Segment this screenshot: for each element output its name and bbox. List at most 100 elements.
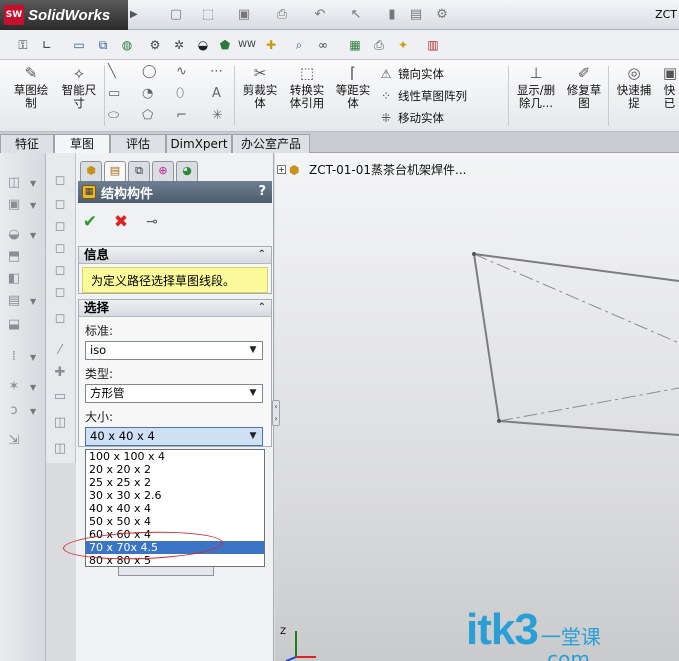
select-icon[interactable]: ↖	[348, 7, 364, 23]
dimension-icon[interactable]: ∟	[38, 36, 56, 54]
trim-button[interactable]: ✂ 剪裁实 体	[238, 64, 282, 110]
map-pin-icon[interactable]: ⬟	[216, 36, 234, 54]
tab-sketch[interactable]: 草图	[54, 134, 110, 154]
key-icon[interactable]: ⚿	[14, 36, 32, 54]
type-select[interactable]: 方形管 ▼	[85, 384, 263, 403]
draft-icon[interactable]: ⁄	[52, 343, 68, 359]
chevron-down-icon[interactable]: ▼	[245, 386, 261, 401]
binoculars-icon[interactable]: ∞	[314, 36, 332, 54]
selection-group-header[interactable]: 选择 ⌃	[79, 300, 271, 317]
quick-snaps-button[interactable]: ◎ 快速捕 捉	[612, 64, 656, 110]
tab-office-products[interactable]: 办公室产品	[232, 134, 310, 153]
display-manager-tab-icon[interactable]: ◕	[176, 161, 198, 181]
new-document-icon[interactable]: ▢	[168, 7, 184, 23]
offset-button[interactable]: ⌈ 等距实 体	[332, 64, 374, 110]
size-option[interactable]: 30 x 30 x 2.6	[86, 489, 264, 502]
line-icon[interactable]: ╲	[108, 64, 116, 79]
text-icon[interactable]: ⋯	[210, 64, 223, 79]
display-relations-button[interactable]: ⊥ 显示/删 除几...	[512, 64, 560, 110]
puzzle-icon[interactable]: ✚	[262, 36, 280, 54]
intersect-icon[interactable]: ◫	[52, 441, 68, 457]
ellipse-icon[interactable]: ⬯	[176, 86, 184, 101]
ok-check-icon[interactable]: ✔	[80, 212, 100, 232]
rib-icon[interactable]: ◧	[6, 271, 22, 287]
pattern-icon[interactable]: ⁞	[6, 349, 22, 365]
text-a-icon[interactable]: A	[212, 86, 221, 101]
save-icon[interactable]: ▣	[236, 7, 252, 23]
cup-icon[interactable]: ◒	[194, 36, 212, 54]
dimxpert-manager-tab-icon[interactable]: ⊕	[152, 161, 174, 181]
rebuild-icon[interactable]: ▮	[384, 7, 400, 23]
open-icon[interactable]: ⬚	[200, 7, 216, 23]
star-doc-icon[interactable]: ✦	[394, 36, 412, 54]
collapse-icon[interactable]: ⌃	[258, 247, 266, 263]
size-option-highlighted[interactable]: 70 x 70x 4.5	[86, 541, 264, 554]
shell-icon[interactable]: ⬒	[6, 249, 22, 265]
cancel-x-icon[interactable]: ✖	[111, 212, 131, 232]
feature-manager-tab-icon[interactable]: ⬢	[80, 161, 102, 181]
property-manager-tab-icon[interactable]: ▤	[104, 161, 126, 181]
size-select[interactable]: 40 x 40 x 4 ▼	[85, 427, 263, 446]
rectangle-icon[interactable]: ▭	[108, 86, 120, 101]
fillet-feature-icon[interactable]: ◒	[6, 227, 22, 243]
zoom-icon[interactable]: ⌕	[290, 36, 308, 54]
weldment-icon[interactable]: ◻	[52, 311, 68, 327]
smart-dimension-button[interactable]: ⟡ 智能尺 寸	[56, 64, 102, 110]
tab-dimxpert[interactable]: DimXpert	[166, 134, 232, 153]
dome-icon[interactable]: ▤	[6, 293, 22, 309]
globe-icon[interactable]: ◍	[118, 36, 136, 54]
collapse-icon[interactable]: ⌃	[258, 300, 266, 316]
repair-sketch-button[interactable]: ✐ 修复草 图	[562, 64, 606, 110]
info-group-header[interactable]: 信息 ⌃	[79, 247, 271, 264]
extrude-icon[interactable]: ◫	[6, 175, 22, 191]
tab-features[interactable]: 特征	[0, 134, 54, 153]
trim-extend-icon[interactable]: ◻	[52, 197, 68, 213]
panel-splitter[interactable]: ‹ ›	[272, 400, 280, 426]
combine-icon[interactable]: ◫	[52, 415, 68, 431]
size-option[interactable]: 50 x 50 x 4	[86, 515, 264, 528]
gear-icon[interactable]: ⚙	[146, 36, 164, 54]
size-option[interactable]: 100 x 100 x 4	[86, 450, 264, 463]
structural-member-icon[interactable]: ◻	[52, 173, 68, 189]
split-icon[interactable]: ✚	[52, 365, 68, 381]
chevron-down-icon[interactable]: ▼	[245, 429, 261, 444]
size-option[interactable]: 60 x 60 x 4	[86, 528, 264, 541]
point-icon[interactable]: ✳	[212, 108, 223, 123]
configuration-manager-tab-icon[interactable]: ⧉	[128, 161, 150, 181]
move-button[interactable]: ⁜ 移动实体	[378, 110, 444, 126]
slot-icon[interactable]: ⬭	[108, 108, 119, 123]
polygon-icon[interactable]: ⬠	[142, 108, 153, 123]
monitor-icon[interactable]: ▭	[70, 36, 88, 54]
chart-icon[interactable]: ▥	[424, 36, 442, 54]
undo-icon[interactable]: ↶	[312, 7, 328, 23]
mirror-feature-icon[interactable]: ⬓	[6, 317, 22, 333]
spline-icon[interactable]: ∿	[176, 64, 187, 79]
tab-evaluate[interactable]: 评估	[110, 134, 166, 153]
mirror-button[interactable]: ⚠ 镜向实体	[378, 66, 444, 82]
reference-geometry-icon[interactable]: ✶	[6, 379, 22, 395]
help-button[interactable]: ?	[258, 184, 266, 199]
menu-arrow-icon[interactable]: ▶	[130, 9, 138, 20]
gusset-icon[interactable]: ◻	[52, 241, 68, 257]
excel-icon[interactable]: ▦	[346, 36, 364, 54]
app-logo[interactable]: SW SolidWorks	[0, 0, 128, 30]
printer-icon[interactable]: ⎙	[370, 36, 388, 54]
size-option[interactable]: 80 x 80 x 5	[86, 554, 264, 567]
options-icon[interactable]: ⚙	[434, 7, 450, 23]
weld-icon[interactable]: WW	[238, 36, 256, 54]
print-icon[interactable]: ⎙	[274, 7, 290, 23]
weld-bead-icon[interactable]: ◻	[52, 263, 68, 279]
pushpin-icon[interactable]: ⊸	[142, 212, 162, 232]
settings-icon[interactable]: ✲	[170, 36, 188, 54]
revolve-icon[interactable]: ▣	[6, 197, 22, 213]
size-option[interactable]: 20 x 20 x 2	[86, 463, 264, 476]
graphics-area[interactable]: + ⬢ ZCT-01-01蒸茶台机架焊件... Z itk3 一堂课 .com	[275, 153, 679, 661]
size-option[interactable]: 25 x 25 x 2	[86, 476, 264, 489]
linear-pattern-button[interactable]: ⁘ 线性草图阵列	[378, 88, 467, 104]
end-cap-icon[interactable]: ◻	[52, 219, 68, 235]
fillet-icon[interactable]: ⌐	[176, 108, 187, 123]
arc-icon[interactable]: ◔	[142, 86, 153, 101]
file-properties-icon[interactable]: ▤	[408, 7, 424, 23]
network-icon[interactable]: ⧉	[94, 36, 112, 54]
chevron-down-icon[interactable]: ▼	[245, 343, 261, 358]
